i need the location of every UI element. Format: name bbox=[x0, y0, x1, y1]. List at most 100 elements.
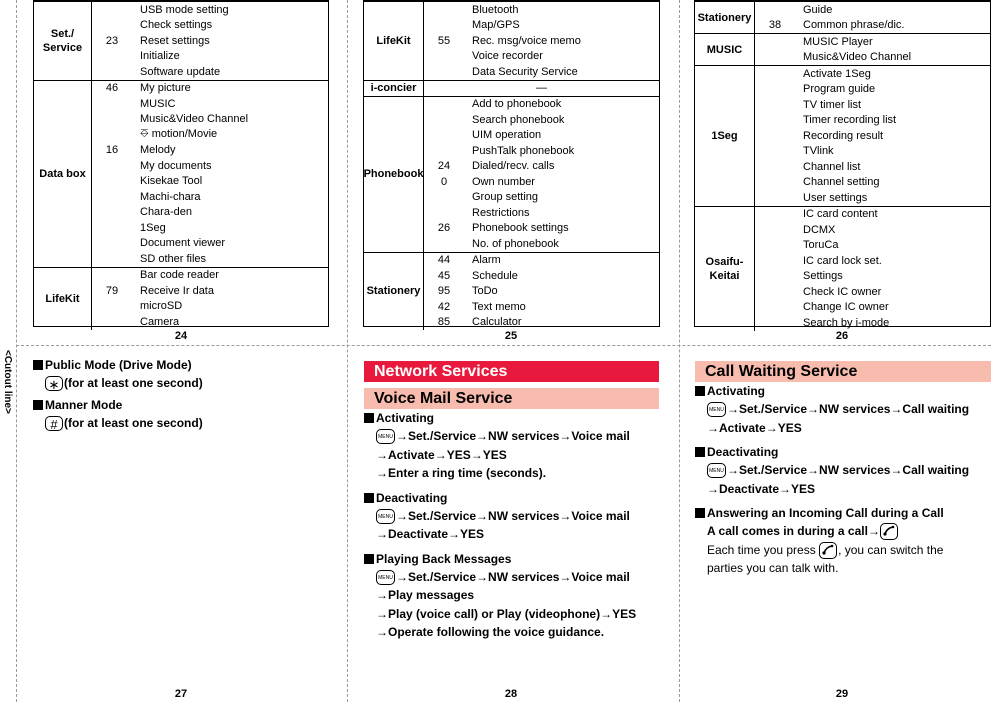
menu-item: Channel list bbox=[803, 160, 861, 173]
menu-item: Activate 1Seg bbox=[803, 67, 871, 80]
public-mode-step: ∗ (for at least one second) bbox=[33, 374, 333, 393]
menu-item: microSD bbox=[140, 300, 183, 313]
menu-item: Search by i-mode bbox=[803, 316, 890, 329]
manner-mode-step: # (for at least one second) bbox=[33, 414, 333, 433]
menu-row: Map/GPS bbox=[424, 18, 659, 34]
page-reference: 42 bbox=[437, 300, 451, 313]
menu-row: 45 Schedule bbox=[424, 268, 659, 284]
page-number-25: 25 bbox=[504, 330, 518, 342]
menu-row: Change IC owner bbox=[755, 300, 990, 316]
page-reference: 26 bbox=[437, 222, 451, 235]
bullet-square-icon bbox=[33, 360, 43, 370]
menu-row: Group setting bbox=[424, 190, 659, 206]
menu-item: Timer recording list bbox=[803, 114, 897, 127]
menu-item: Program guide bbox=[803, 83, 876, 96]
cutout-guide-left bbox=[16, 0, 17, 702]
menu-category: Osaifu- Keitai bbox=[695, 206, 755, 331]
menu-key-icon: MENU bbox=[376, 508, 395, 524]
menu-row: Document viewer bbox=[92, 236, 328, 252]
menu-row: Software update bbox=[92, 64, 328, 80]
manner-mode-heading: Manner Mode bbox=[33, 396, 333, 414]
cw-activating-step-1: MENU →Set./Service→NW services→Call waiti… bbox=[695, 400, 991, 419]
menu-table-page-25: LifeKit Bluetooth Map/GPS 55 Rec. msg/voice … bbox=[363, 0, 660, 330]
cw-activating-heading: Activating bbox=[695, 382, 991, 400]
page-reference: 23 bbox=[105, 34, 119, 47]
bullet-square-icon bbox=[695, 386, 705, 396]
menu-row: 1Seg bbox=[92, 220, 328, 236]
menu-item: Receive Ir data bbox=[140, 284, 214, 297]
menu-item: 1Seg bbox=[140, 221, 166, 234]
public-mode-heading: Public Mode (Drive Mode) bbox=[33, 356, 333, 374]
menu-row: Add to phonebook bbox=[424, 97, 659, 113]
vm-deactivating-heading: Deactivating bbox=[364, 489, 659, 507]
menu-row: Search by i-mode bbox=[755, 315, 990, 331]
menu-item: UIM operation bbox=[472, 129, 542, 142]
bullet-square-icon bbox=[695, 447, 705, 457]
menu-row: TV timer list bbox=[755, 97, 990, 113]
cutout-guide-middle-right bbox=[679, 0, 680, 702]
menu-item: Search phonebook bbox=[472, 113, 565, 126]
menu-row: Camera bbox=[92, 314, 328, 330]
menu-row: User settings bbox=[755, 190, 990, 206]
menu-row: 23 Reset settings bbox=[92, 33, 328, 49]
menu-row: UIM operation bbox=[424, 128, 659, 144]
menu-item: MUSIC bbox=[140, 97, 176, 110]
menu-row: 0 Own number bbox=[424, 174, 659, 190]
menu-item: IC card lock set. bbox=[803, 254, 882, 267]
menu-row: 79 Receive Ir data bbox=[92, 283, 328, 299]
menu-group: i-concier — bbox=[364, 79, 659, 96]
menu-row: 16 Melody bbox=[92, 143, 328, 159]
menu-group: Stationery Guide 38 Common phrase/dic. bbox=[695, 2, 990, 33]
menu-row: Kisekae Tool bbox=[92, 174, 328, 190]
vm-activating-step-2: →Activate→YES→YES bbox=[376, 447, 507, 462]
menu-key-icon: MENU bbox=[376, 429, 395, 445]
page-reference: 24 bbox=[437, 160, 451, 173]
page-29-content: Call Waiting Service Activating MENU →Set… bbox=[695, 361, 991, 578]
menu-row: DCMX bbox=[755, 222, 990, 238]
menu-row: ⎑ motion/Movie bbox=[92, 127, 328, 143]
menu-category: Stationery bbox=[364, 252, 424, 330]
menu-category: Stationery bbox=[695, 2, 755, 33]
menu-item: Music&Video Channel bbox=[140, 113, 249, 126]
hash-key-icon: # bbox=[45, 415, 63, 432]
menu-item: TV timer list bbox=[803, 98, 862, 111]
bullet-square-icon bbox=[695, 508, 705, 518]
menu-table-page-26: Stationery Guide 38 Common phrase/dic. MUSIC… bbox=[694, 0, 991, 331]
menu-category: Phonebook bbox=[364, 96, 424, 252]
menu-item: Schedule bbox=[472, 269, 518, 282]
menu-row: No. of phonebook bbox=[424, 236, 659, 252]
vm-activating-step-1: MENU →Set./Service→NW services→Voice mail bbox=[364, 427, 659, 446]
menu-group: Stationery 44 Alarm 45 Schedule 95 ToDo 42 Text … bbox=[364, 251, 659, 331]
menu-row: TVlink bbox=[755, 144, 990, 160]
menu-category: LifeKit bbox=[364, 2, 424, 80]
menu-row: Settings bbox=[755, 269, 990, 285]
menu-item: Rec. msg/voice memo bbox=[472, 34, 581, 47]
menu-row: Recording result bbox=[755, 128, 990, 144]
menu-row: Program guide bbox=[755, 82, 990, 98]
menu-group: Data box 46 My picture MUSIC Music&Video Cha… bbox=[34, 79, 328, 267]
menu-item: Melody bbox=[140, 144, 176, 157]
cw-activating-step-2: →Activate→YES bbox=[707, 420, 802, 435]
vm-activating-heading: Activating bbox=[364, 409, 659, 427]
menu-key-icon: MENU bbox=[707, 402, 726, 418]
menu-item: Reset settings bbox=[140, 34, 210, 47]
menu-row: 44 Alarm bbox=[424, 253, 659, 269]
page-reference: 44 bbox=[437, 254, 451, 267]
menu-row: My documents bbox=[92, 158, 328, 174]
cw-answering-step-1: A call comes in during a call→ bbox=[695, 522, 991, 541]
menu-row: Timer recording list bbox=[755, 113, 990, 129]
menu-row: Check IC owner bbox=[755, 284, 990, 300]
asterisk-key-icon: ∗ bbox=[45, 376, 63, 392]
vm-deactivating-step-2: →Deactivate→YES bbox=[376, 527, 485, 541]
menu-row: Guide bbox=[755, 2, 990, 18]
menu-row: microSD bbox=[92, 299, 328, 315]
menu-item: Restrictions bbox=[472, 206, 530, 219]
menu-row: Chara-den bbox=[92, 205, 328, 221]
menu-item: SD other files bbox=[140, 252, 207, 265]
menu-row: IC card content bbox=[755, 207, 990, 223]
menu-row: Bluetooth bbox=[424, 2, 659, 18]
menu-item: Phonebook settings bbox=[472, 222, 569, 235]
menu-item: Music&Video Channel bbox=[803, 51, 912, 64]
menu-row: 85 Calculator bbox=[424, 315, 659, 331]
menu-item: My picture bbox=[140, 82, 191, 95]
